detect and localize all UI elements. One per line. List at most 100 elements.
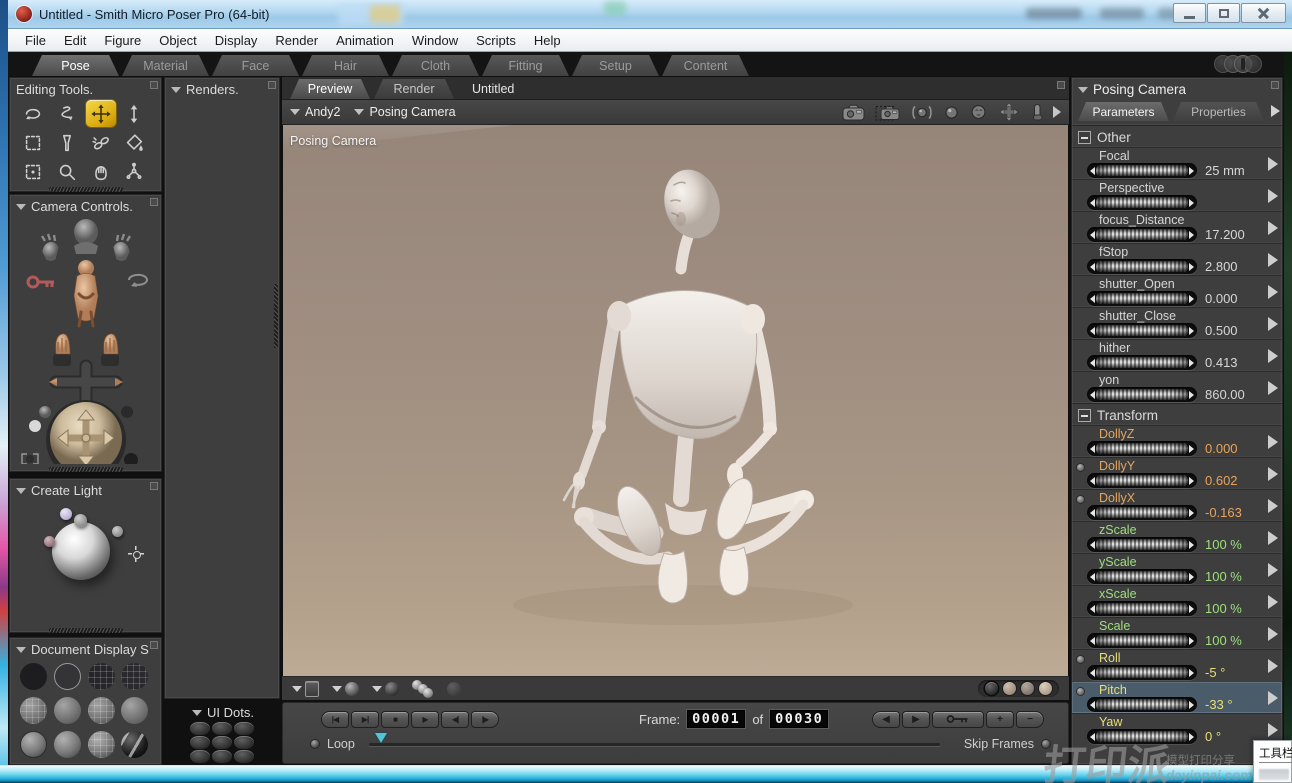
corner-tooltip-popup[interactable]: 工具栏 <box>1253 740 1292 783</box>
andy-figure[interactable] <box>283 125 1068 676</box>
param-menu-arrow[interactable] <box>1268 435 1278 449</box>
current-frame-counter[interactable]: 00001 <box>687 710 745 728</box>
param-dial[interactable] <box>1087 729 1197 744</box>
param-dial[interactable] <box>1087 227 1197 242</box>
background-swatch[interactable] <box>985 682 998 695</box>
param-menu-arrow[interactable] <box>1268 531 1278 545</box>
morphing-tool[interactable] <box>119 158 149 185</box>
tab-fitting[interactable]: Fitting <box>482 55 569 76</box>
playback-previous-keyframe[interactable]: ◀ <box>872 711 900 728</box>
minimize-button[interactable] <box>1173 3 1206 23</box>
param-dial[interactable] <box>1087 633 1197 648</box>
taper-tool[interactable] <box>52 129 82 156</box>
playback-edit-keyframes[interactable] <box>932 711 984 728</box>
menu-render[interactable]: Render <box>266 29 327 51</box>
param-menu-arrow[interactable] <box>1268 221 1278 235</box>
panel-resize-grip[interactable] <box>49 628 123 633</box>
transport-step-back[interactable]: ◀| <box>441 711 469 728</box>
ui-dot[interactable] <box>212 722 232 735</box>
param-menu-arrow[interactable] <box>1268 627 1278 641</box>
param-menu-arrow[interactable] <box>1268 691 1278 705</box>
keyed-indicator-dot[interactable] <box>1077 496 1084 503</box>
display-style-hidden-line[interactable] <box>121 663 148 690</box>
param-dial[interactable] <box>1087 323 1197 338</box>
translate-tool[interactable] <box>86 100 116 127</box>
scale-tool[interactable] <box>18 129 48 156</box>
footer-lights-cluster[interactable] <box>412 680 434 698</box>
display-style-texture-shaded[interactable] <box>121 731 148 758</box>
footer-page-dropdown[interactable] <box>292 681 319 697</box>
twist-tool[interactable] <box>52 100 82 127</box>
menu-scripts[interactable]: Scripts <box>467 29 525 51</box>
param-menu-arrow[interactable] <box>1268 349 1278 363</box>
param-dial[interactable] <box>1087 569 1197 584</box>
light-dot[interactable] <box>74 514 87 527</box>
background-swatch[interactable] <box>1039 682 1052 695</box>
preview-viewport[interactable]: Posing Camera <box>283 125 1068 676</box>
tab-material[interactable]: Material <box>122 55 209 76</box>
doc-tab-render[interactable]: Render <box>374 79 454 99</box>
display-style-smooth-lined[interactable] <box>88 731 115 758</box>
doc-tab-preview[interactable]: Preview <box>290 79 370 99</box>
footer-ghost-sphere[interactable] <box>447 682 461 696</box>
param-menu-arrow[interactable] <box>1268 659 1278 673</box>
tab-content[interactable]: Content <box>662 55 749 76</box>
display-style-cartoon-line[interactable] <box>20 731 47 758</box>
figure-selector[interactable]: Andy2 <box>290 105 340 119</box>
timeline-scrubber[interactable] <box>369 743 940 746</box>
ui-dot[interactable] <box>234 736 254 749</box>
keyed-indicator-dot[interactable] <box>1077 656 1084 663</box>
viewport-ball-icon[interactable] <box>943 104 960 121</box>
param-dial[interactable] <box>1087 473 1197 488</box>
tooltip-text[interactable]: 工具栏 <box>1259 745 1292 763</box>
panel-menu-box[interactable] <box>150 641 158 649</box>
skip-frames-toggle[interactable] <box>1042 740 1050 748</box>
transport-stop[interactable]: ■ <box>381 711 409 728</box>
param-dial[interactable] <box>1087 195 1197 210</box>
collapse-triangle-icon[interactable] <box>192 710 202 716</box>
param-menu-arrow[interactable] <box>1268 317 1278 331</box>
timeline-marker[interactable] <box>375 733 387 749</box>
panel-menu-box[interactable] <box>1057 81 1065 89</box>
menu-file[interactable]: File <box>16 29 55 51</box>
tab-hair[interactable]: Hair <box>302 55 389 76</box>
param-dial[interactable] <box>1087 387 1197 402</box>
display-style-lit-wireframe[interactable] <box>20 697 47 724</box>
menu-figure[interactable]: Figure <box>95 29 150 51</box>
panel-resize-grip[interactable] <box>49 467 123 472</box>
menu-object[interactable]: Object <box>150 29 206 51</box>
display-style-cartoon[interactable] <box>121 697 148 724</box>
param-menu-arrow[interactable] <box>1268 467 1278 481</box>
keyed-indicator-dot[interactable] <box>1077 688 1084 695</box>
panel-menu-box[interactable] <box>1271 81 1279 89</box>
param-dial[interactable] <box>1087 537 1197 552</box>
camera-controls-graphic[interactable] <box>11 216 161 464</box>
display-style-wireframe[interactable] <box>88 663 115 690</box>
collapse-triangle-icon[interactable] <box>16 204 26 210</box>
panel-resize-grip[interactable] <box>49 187 123 192</box>
display-style-flat-shaded[interactable] <box>54 697 81 724</box>
transport-go-to-last-frame[interactable]: ▶| <box>351 711 379 728</box>
param-menu-arrow[interactable] <box>1268 381 1278 395</box>
param-menu-arrow[interactable] <box>1268 499 1278 513</box>
background-swatch[interactable] <box>1021 682 1034 695</box>
tab-properties[interactable]: Properties <box>1173 102 1264 121</box>
param-dial[interactable] <box>1087 601 1197 616</box>
collapse-minus-icon[interactable] <box>1078 409 1091 422</box>
color-tool[interactable] <box>119 129 149 156</box>
ui-dot[interactable] <box>190 750 210 763</box>
light-dot[interactable] <box>112 526 123 537</box>
collapse-triangle-icon[interactable] <box>16 488 26 494</box>
param-dial[interactable] <box>1087 665 1197 680</box>
close-button[interactable] <box>1241 3 1286 23</box>
view-magnifier-tool[interactable] <box>18 158 48 185</box>
param-menu-arrow[interactable] <box>1268 285 1278 299</box>
viewport-head-camera-icon[interactable] <box>969 103 988 121</box>
param-menu-arrow[interactable] <box>1268 595 1278 609</box>
translate-in-out-tool[interactable] <box>119 100 149 127</box>
viewport-camera-icon[interactable] <box>841 103 866 121</box>
ui-dot[interactable] <box>212 736 232 749</box>
panel-menu-box[interactable] <box>150 482 158 490</box>
transport-go-to-first-frame[interactable]: |◀ <box>321 711 349 728</box>
maximize-button[interactable] <box>1207 3 1240 23</box>
